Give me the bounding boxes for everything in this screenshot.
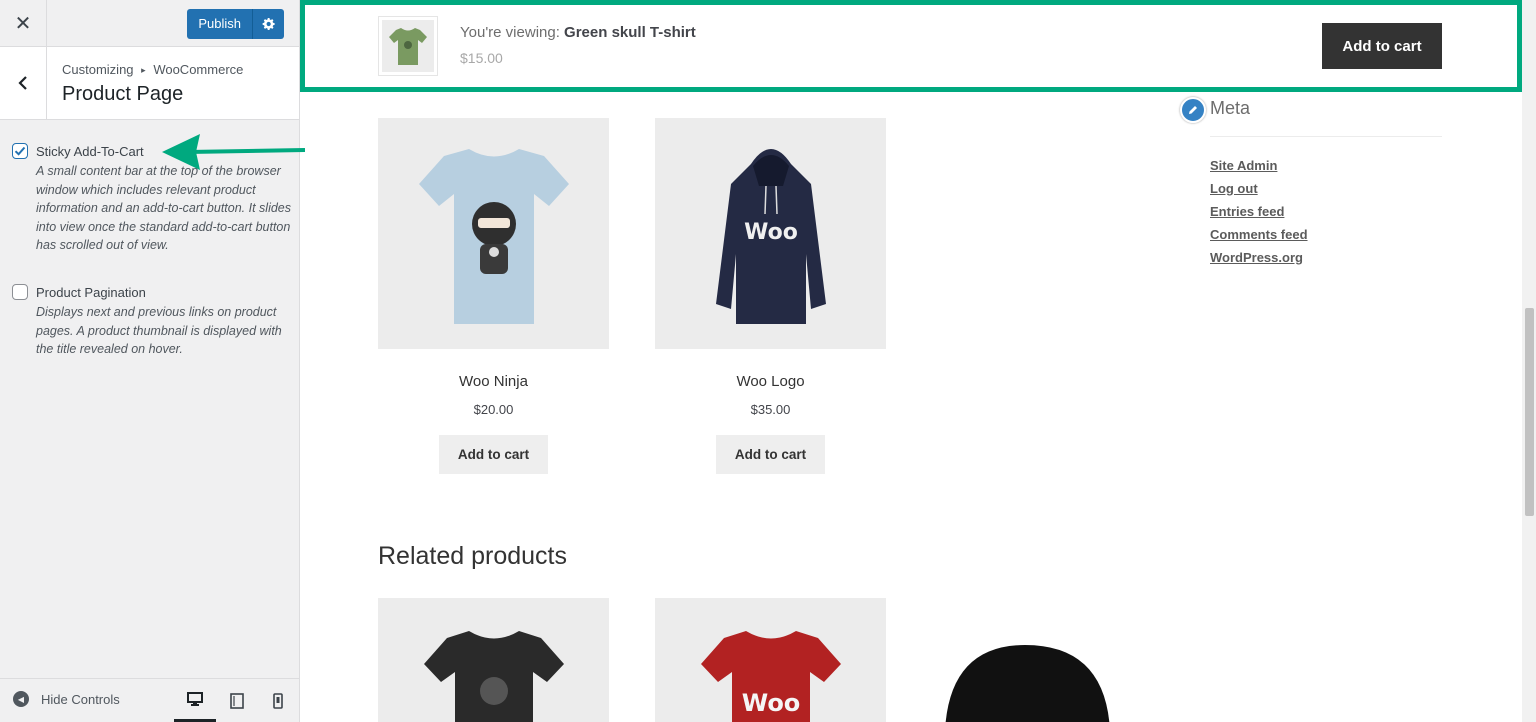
mobile-icon [273, 693, 283, 709]
red-woo-tshirt-image: Woo [700, 631, 841, 722]
product-price: $35.00 [750, 402, 791, 417]
product-price: $20.00 [473, 402, 514, 417]
scrollbar-thumb[interactable] [1525, 308, 1534, 516]
publish-settings-button[interactable] [252, 9, 284, 39]
meta-link-site-admin[interactable]: Site Admin [1210, 158, 1442, 173]
add-to-cart-button[interactable]: Add to cart [438, 435, 549, 474]
publish-button[interactable]: Publish [187, 9, 252, 39]
chevron-left-icon [18, 76, 27, 90]
black-beanie-image [945, 645, 1110, 722]
sticky-viewing-text: You're viewing: Green skull T-shirt [460, 24, 696, 41]
related-product-image[interactable] [945, 640, 1125, 722]
hide-controls-label: Hide Controls [41, 691, 120, 707]
customizer-footer: ◀ Hide Controls [0, 678, 299, 722]
meta-widget-title: Meta [1210, 98, 1442, 137]
meta-link-comments-feed[interactable]: Comments feed [1210, 227, 1442, 242]
section-header: Customizing ▸ WooCommerce Product Page [0, 47, 299, 120]
control-description: Displays next and previous links on prod… [36, 305, 282, 356]
sticky-product-name: Green skull T-shirt [564, 24, 696, 41]
product-pagination-checkbox[interactable] [12, 284, 28, 300]
meta-link-wordpress-org[interactable]: WordPress.org [1210, 250, 1442, 265]
product-title[interactable]: Woo Ninja [378, 373, 609, 390]
site-preview: You're viewing: Green skull T-shirt $15.… [300, 0, 1536, 722]
breadcrumb: Customizing ▸ WooCommerce [62, 62, 243, 77]
meta-link-log-out[interactable]: Log out [1210, 181, 1442, 196]
close-customizer-button[interactable]: ✕ [0, 0, 47, 46]
hoodie-image: Woo [715, 148, 826, 324]
customizer-header: ✕ Publish [0, 0, 299, 47]
green-tshirt-image [389, 28, 427, 65]
pencil-icon [1189, 106, 1197, 114]
preview-scrollbar[interactable] [1522, 0, 1536, 722]
related-product-image[interactable]: Woo [655, 598, 886, 722]
breadcrumb-parent: WooCommerce [153, 62, 244, 77]
publish-group: Publish [187, 9, 284, 39]
product-card: Woo Woo Logo $35.00 Add to cart [655, 118, 886, 474]
close-icon: ✕ [14, 12, 32, 35]
product-image[interactable] [378, 118, 609, 349]
hide-controls-button[interactable]: ◀ Hide Controls [13, 691, 120, 707]
back-button[interactable] [0, 47, 47, 119]
desktop-icon [187, 692, 203, 706]
viewing-prefix: You're viewing: [460, 24, 560, 41]
meta-link-entries-feed[interactable]: Entries feed [1210, 204, 1442, 219]
sticky-product-price: $15.00 [460, 50, 503, 66]
tablet-icon [230, 693, 244, 709]
collapse-icon: ◀ [13, 691, 29, 707]
sticky-product-thumbnail [378, 16, 438, 76]
product-image[interactable]: Woo [655, 118, 886, 349]
customizer-sidebar: ✕ Publish Customizing ▸ WooCommerce Prod… [0, 0, 300, 722]
product-card: Woo Ninja $20.00 Add to cart [378, 118, 609, 474]
section-title: Product Page [62, 83, 184, 105]
control-label[interactable]: Product Pagination [36, 285, 146, 300]
tablet-preview-button[interactable] [216, 679, 258, 722]
sticky-add-to-cart-button[interactable]: Add to cart [1322, 23, 1442, 69]
meta-widget: Meta Site Admin Log out Entries feed Com… [1180, 97, 1442, 273]
breadcrumb-separator: ▸ [141, 65, 146, 75]
sticky-add-to-cart-checkbox[interactable] [12, 143, 28, 159]
add-to-cart-button[interactable]: Add to cart [715, 435, 826, 474]
breadcrumb-root: Customizing [62, 62, 134, 77]
mobile-preview-button[interactable] [257, 679, 299, 722]
control-product-pagination: Product Pagination Displays next and pre… [12, 284, 292, 359]
desktop-preview-button[interactable] [174, 679, 216, 722]
product-title[interactable]: Woo Logo [655, 373, 886, 390]
checkmark-icon [14, 146, 26, 156]
edit-widget-shortcut[interactable] [1180, 97, 1206, 123]
gear-icon [262, 17, 275, 31]
svg-text:Woo: Woo [741, 689, 800, 717]
control-description: A small content bar at the top of the br… [36, 164, 292, 252]
svg-text:Woo: Woo [744, 220, 798, 245]
annotation-arrow [162, 134, 305, 170]
related-product-image[interactable] [378, 598, 609, 722]
related-products-heading: Related products [378, 542, 568, 570]
ninja-tshirt-image [418, 148, 569, 324]
control-label[interactable]: Sticky Add-To-Cart [36, 144, 144, 159]
sticky-add-to-cart-bar: You're viewing: Green skull T-shirt $15.… [300, 0, 1522, 92]
black-tshirt-image [423, 631, 564, 722]
